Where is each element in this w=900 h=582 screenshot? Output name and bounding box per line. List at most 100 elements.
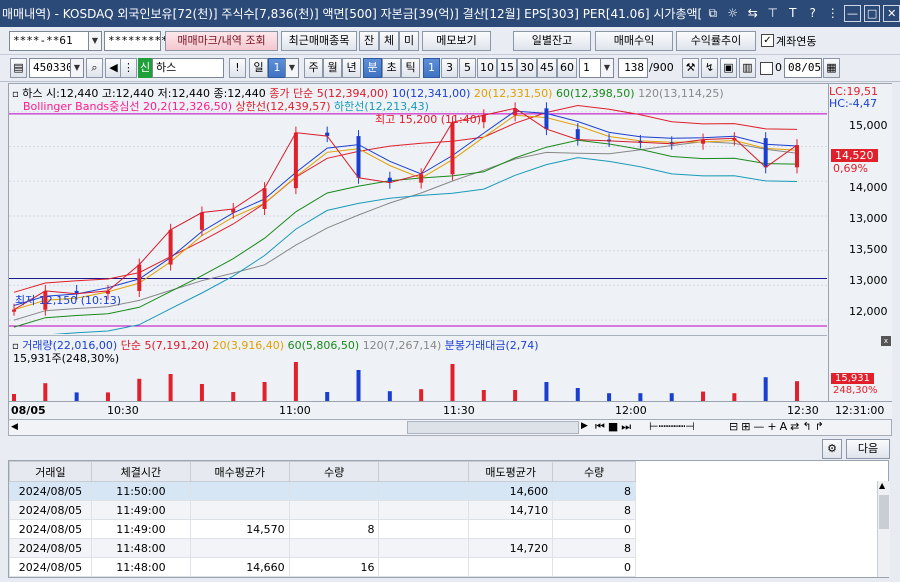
table-scroll-thumb[interactable]	[879, 495, 889, 529]
alert-icon[interactable]: !	[229, 58, 246, 78]
interval-15[interactable]: 15	[497, 58, 517, 78]
executed-button[interactable]: 체	[379, 31, 399, 51]
trade-mark-tab[interactable]: 매매마크/내역 조회	[165, 31, 278, 51]
candle-body	[262, 188, 267, 209]
period-year-tab[interactable]: 년	[342, 58, 361, 78]
candle-body	[168, 229, 173, 265]
maximize-button[interactable]: □	[863, 5, 881, 22]
price-tick: 13,500	[849, 243, 888, 256]
playback-controls[interactable]: ⏮■⏭	[595, 420, 634, 434]
date-input[interactable]: 08/05	[784, 58, 822, 78]
scroll-left-icon[interactable]: ◀	[11, 422, 18, 432]
unexecuted-button[interactable]: 미	[399, 31, 419, 51]
account-input[interactable]: ****-**61	[9, 31, 89, 51]
stock-code-input[interactable]: 450330	[29, 58, 73, 78]
price-tick: 15,000	[849, 119, 888, 132]
interval-60[interactable]: 60	[557, 58, 577, 78]
interval-10[interactable]: 10	[477, 58, 497, 78]
current-price-badge: 14,520	[831, 149, 878, 162]
stock-name-field[interactable]: 하스	[152, 58, 224, 78]
link-icon[interactable]: ⇆	[744, 5, 761, 22]
col-header[interactable]: 매수평균가	[189, 461, 290, 482]
settings-icon[interactable]: ☼	[724, 5, 741, 22]
count-input[interactable]: 138	[618, 58, 648, 78]
period-dropdown-icon[interactable]: ▼	[285, 58, 299, 78]
cell-date: 2024/08/05	[9, 500, 92, 520]
close-button[interactable]: ✕	[883, 5, 900, 22]
time-tick: 12:00	[615, 404, 647, 417]
minimize-button[interactable]: —	[844, 5, 861, 22]
period-week-tab[interactable]: 주	[304, 58, 323, 78]
password-input[interactable]: *********	[104, 31, 168, 51]
volume-bar	[262, 382, 267, 402]
window-restore-icon[interactable]: ⧉	[704, 5, 721, 22]
time-tick: 11:30	[443, 404, 475, 417]
period-month-tab[interactable]: 월	[323, 58, 342, 78]
interval-45[interactable]: 45	[537, 58, 557, 78]
zoom-slider[interactable]: ⊢┉┉┉┉⊣	[649, 420, 695, 433]
chart-scrollbar-thumb[interactable]	[407, 421, 579, 434]
stock-code-dropdown-icon[interactable]: ▼	[70, 58, 84, 78]
period-minute-tab[interactable]: 분	[363, 58, 382, 78]
account-dropdown-icon[interactable]: ▼	[88, 31, 102, 51]
gear-icon[interactable]: ⚙	[822, 439, 842, 459]
period-day-tab[interactable]: 일	[249, 58, 268, 78]
volume-close-icon[interactable]: x	[881, 336, 891, 346]
bollinger-center-legend: Bollinger Bands중심선 20,2(12,326,50)	[23, 100, 233, 113]
interval-5[interactable]: 5	[459, 58, 476, 78]
link-account-checkbox[interactable]: ✓	[761, 34, 774, 47]
option-icon[interactable]: ⋮	[120, 58, 137, 78]
col-header[interactable]: 체결시간	[90, 461, 191, 482]
calendar-icon[interactable]: ▦	[823, 58, 840, 78]
candle-body	[763, 138, 768, 168]
cell-spacer	[378, 500, 470, 520]
period-second-tab[interactable]: 초	[382, 58, 401, 78]
table-row[interactable]: 2024/08/05 11:50:00 14,600 8	[9, 481, 636, 501]
table-vertical-scrollbar[interactable]: ▲	[877, 481, 890, 577]
yield-trend-button[interactable]: 수익률추이	[676, 31, 756, 51]
next-button[interactable]: 다음	[846, 439, 890, 459]
more-icon[interactable]: ⋮	[824, 5, 841, 22]
period-tick-tab[interactable]: 틱	[401, 58, 420, 78]
help-icon[interactable]: ?	[804, 5, 821, 22]
zoom-controls[interactable]: ⊟⊞—+A⇄↰↱	[729, 420, 827, 433]
cell-date: 2024/08/05	[9, 519, 92, 539]
daily-balance-button[interactable]: 일별잔고	[513, 31, 591, 51]
period-number[interactable]: 1	[268, 58, 286, 78]
interval-3[interactable]: 3	[441, 58, 458, 78]
candle-body	[544, 108, 549, 130]
volume-bar	[575, 388, 580, 402]
next-row: ⚙ 다음	[0, 437, 900, 461]
balance-button[interactable]: 잔	[359, 31, 379, 51]
scroll-up-icon[interactable]: ▲	[879, 481, 885, 490]
table-row[interactable]: 2024/08/05 11:49:00 14,710 8	[9, 500, 636, 520]
col-header[interactable]: 수량	[288, 461, 380, 482]
col-header[interactable]: 매도평균가	[468, 461, 554, 482]
memo-button[interactable]: 메모보기	[422, 31, 491, 51]
draw-icon[interactable]: ↯	[701, 58, 718, 78]
price-chart[interactable]: ▫ 하스 시:12,440 고:12,440 저:12,440 종:12,440…	[9, 84, 827, 345]
collapse-icon[interactable]: ▫	[12, 89, 19, 100]
layout-icon[interactable]: ▥	[739, 58, 756, 78]
scroll-right-icon[interactable]: ▶	[581, 421, 588, 431]
text-icon[interactable]: T	[784, 5, 801, 22]
recent-stocks-button[interactable]: 최근매매종목	[281, 31, 357, 51]
col-header[interactable]: 수량	[552, 461, 636, 482]
tool-icon[interactable]: ⚒	[682, 58, 699, 78]
interval-1[interactable]: 1	[423, 58, 440, 78]
chart-type-icon[interactable]: ▤	[10, 58, 27, 78]
window-title: 매매내역) - KOSDAQ 외국인보유[72(천)] 주식수[7,836(천)…	[2, 7, 703, 21]
col-header[interactable]: 거래일	[9, 461, 92, 482]
save-icon[interactable]: ▣	[720, 58, 737, 78]
trade-profit-button[interactable]: 매매수익	[595, 31, 673, 51]
table-row[interactable]: 2024/08/05 11:48:00 14,660 16 0	[9, 557, 636, 577]
pin-icon[interactable]: ⊤	[764, 5, 781, 22]
search-icon[interactable]: ⌕	[86, 58, 103, 78]
interval-dropdown-icon[interactable]: ▼	[600, 58, 614, 78]
zero-checkbox[interactable]	[760, 62, 773, 75]
interval-input[interactable]: 1	[579, 58, 601, 78]
table-row[interactable]: 2024/08/05 11:49:00 14,570 8 0	[9, 519, 636, 539]
table-row[interactable]: 2024/08/05 11:48:00 14,720 8	[9, 538, 636, 558]
interval-30[interactable]: 30	[517, 58, 537, 78]
volume-chart[interactable]: ▫ 거래량(22,016,00) 단순 5(7,191,20) 20(3,916…	[9, 335, 827, 402]
